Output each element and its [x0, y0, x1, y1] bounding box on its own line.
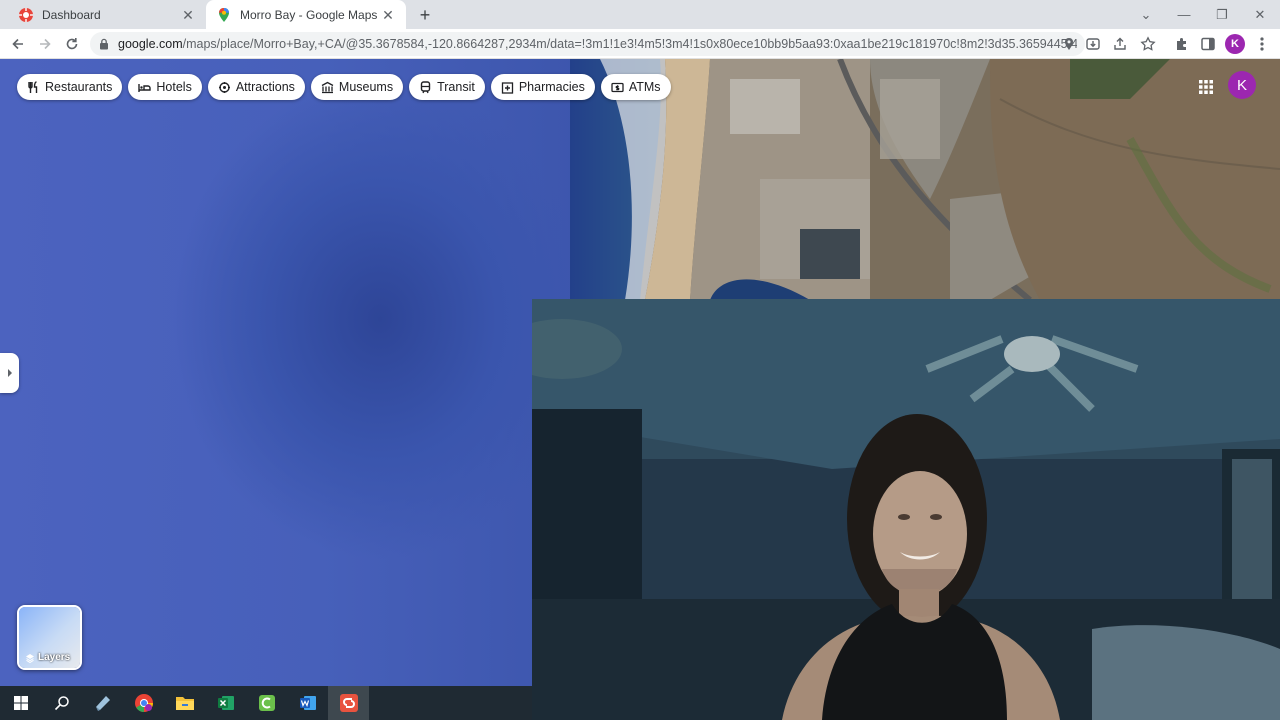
chip-label: Hotels — [156, 80, 192, 94]
tab-google-maps[interactable]: Morro Bay - Google Maps ✕ — [206, 0, 406, 29]
close-window-icon[interactable]: ✕ — [1242, 0, 1278, 29]
back-icon[interactable] — [6, 32, 30, 56]
camtasia-icon[interactable] — [246, 686, 287, 720]
close-tab-icon[interactable]: ✕ — [180, 7, 196, 23]
file-explorer-icon[interactable] — [164, 686, 205, 720]
app-icon[interactable] — [82, 686, 123, 720]
tab-dashboard[interactable]: Dashboard ✕ — [8, 0, 206, 29]
transit-icon — [420, 80, 431, 93]
word-icon[interactable] — [287, 686, 328, 720]
attractions-icon — [218, 81, 230, 93]
chip-label: Restaurants — [45, 80, 113, 94]
chip-label: Attractions — [235, 80, 295, 94]
chip-museums[interactable]: Museums — [310, 74, 404, 100]
reload-icon[interactable] — [60, 32, 84, 56]
lock-icon — [100, 38, 108, 50]
chrome-icon[interactable] — [123, 686, 164, 720]
layers-label: Layers — [38, 652, 71, 663]
address-bar[interactable]: google.com/maps/place/Morro+Bay,+CA/@35.… — [90, 32, 1085, 56]
category-chips: Restaurants Hotels Attractions Museums T… — [17, 74, 671, 100]
hotel-icon — [138, 83, 152, 92]
dashboard-favicon-icon — [19, 7, 33, 22]
minimize-icon[interactable]: — — [1166, 0, 1202, 29]
url-path: /maps/place/Morro+Bay,+CA/@35.3678584,-1… — [182, 37, 1077, 51]
tab-strip: Dashboard ✕ Morro Bay - Google Maps ✕ + … — [0, 0, 1280, 29]
museum-icon — [321, 81, 334, 93]
location-icon[interactable] — [1059, 34, 1079, 54]
layers-icon — [26, 653, 34, 663]
chip-attractions[interactable]: Attractions — [207, 74, 305, 100]
forward-icon[interactable] — [33, 32, 57, 56]
more-menu-icon[interactable] — [1252, 34, 1272, 54]
tab-title: Morro Bay - Google Maps — [240, 7, 378, 22]
side-panel-icon[interactable] — [1198, 34, 1218, 54]
chip-pharmacies[interactable]: Pharmacies — [490, 74, 595, 100]
layers-label-group: Layers — [25, 652, 70, 663]
tab-search-icon[interactable]: ⌄ — [1128, 0, 1164, 29]
google-maps-favicon-icon — [219, 7, 229, 22]
restaurant-icon — [28, 80, 38, 93]
tab-title: Dashboard — [42, 7, 101, 22]
expand-side-panel-button[interactable] — [0, 353, 19, 393]
chip-atms[interactable]: ATMs — [600, 74, 671, 100]
google-apps-icon[interactable] — [1196, 77, 1216, 97]
extensions-icon[interactable] — [1172, 34, 1192, 54]
browser-toolbar: google.com/maps/place/Morro+Bay,+CA/@35.… — [0, 29, 1280, 59]
close-tab-icon[interactable]: ✕ — [380, 7, 396, 23]
chip-label: Museums — [338, 80, 394, 94]
coastline-satellite-imagery — [570, 59, 1280, 300]
excel-icon[interactable] — [205, 686, 246, 720]
url-text: google.com/maps/place/Morro+Bay,+CA/@35.… — [118, 37, 1077, 51]
chevron-right-icon — [7, 369, 12, 377]
chrome-profile-avatar[interactable]: K — [1225, 34, 1245, 54]
chip-restaurants[interactable]: Restaurants — [17, 74, 123, 100]
bookmark-star-icon[interactable] — [1138, 34, 1158, 54]
install-app-icon[interactable] — [1083, 34, 1103, 54]
layers-button[interactable]: Layers — [17, 605, 82, 670]
url-host: google.com — [118, 37, 183, 51]
webcam-overlay — [532, 299, 1280, 720]
pharmacy-icon — [501, 81, 513, 94]
windows-start-icon[interactable] — [0, 686, 41, 720]
search-icon[interactable] — [41, 686, 82, 720]
windows-taskbar — [0, 686, 532, 720]
snagit-icon[interactable] — [328, 686, 369, 720]
atm-icon — [611, 82, 624, 92]
new-tab-button[interactable]: + — [414, 4, 436, 26]
share-icon[interactable] — [1110, 34, 1130, 54]
chip-label: Transit — [437, 80, 475, 94]
chip-label: ATMs — [628, 80, 661, 94]
chip-transit[interactable]: Transit — [409, 74, 485, 100]
webcam-video-frame — [532, 299, 1280, 720]
chip-hotels[interactable]: Hotels — [128, 74, 202, 100]
account-avatar[interactable]: K — [1228, 71, 1256, 99]
restore-icon[interactable]: ❐ — [1204, 0, 1240, 29]
chip-label: Pharmacies — [518, 80, 585, 94]
